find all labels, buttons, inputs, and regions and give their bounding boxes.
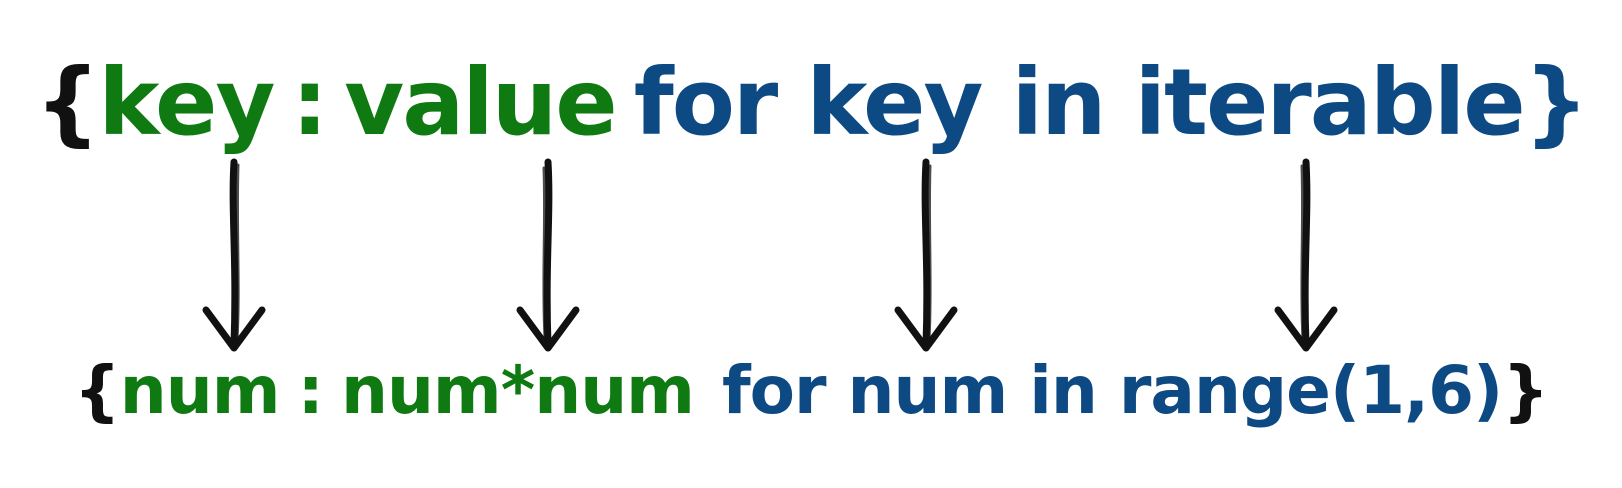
example-key: num [119, 352, 281, 429]
example-expression: {num: num*num for num in range(1,6)} [0, 346, 1622, 436]
example-close-brace: } [1502, 352, 1549, 429]
example-open-brace: { [73, 352, 121, 429]
example-for-clause: for num in range(1,6) [721, 352, 1503, 429]
arrow-key-to-num-loop [894, 158, 958, 352]
example-value: num*num [340, 352, 695, 429]
arrow-iterable-to-range [1274, 158, 1338, 352]
arrow-key-to-num [202, 158, 266, 352]
arrow-value-to-expression [516, 158, 580, 352]
example-colon: : [297, 352, 324, 429]
